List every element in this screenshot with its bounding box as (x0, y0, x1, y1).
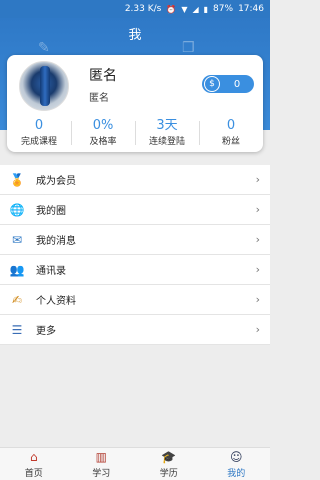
menu-item-messages[interactable]: ✉ 我的消息 › (0, 225, 270, 255)
profile-edit-icon: ✍ (11, 292, 23, 307)
stat-pass-rate[interactable]: 0% 及格率 (71, 118, 135, 148)
contacts-icon: 👥 (9, 262, 25, 277)
menu-item-membership[interactable]: 🏅 成为会员 › (0, 165, 270, 195)
menu-item-label: 成为会员 (36, 176, 76, 187)
tab-home[interactable]: ⌂ 首页 (0, 448, 68, 480)
menu-item-label: 更多 (36, 326, 56, 337)
battery-icon: ▮ (203, 4, 209, 14)
chevron-right-icon: › (255, 323, 260, 336)
status-bar: 2.33 K/s ⏰ ▼ ◢ ▮ 87% 17:46 (0, 0, 270, 18)
user-subtitle: 匿名 (89, 93, 109, 104)
tab-label: 首页 (24, 468, 43, 479)
menu-item-more[interactable]: ☰ 更多 › (0, 315, 270, 345)
coin-balance-button[interactable]: $ 0 (202, 75, 254, 93)
message-icon: ✉ (11, 232, 23, 247)
chevron-right-icon: › (255, 263, 260, 276)
book-icon: ▥ (95, 449, 107, 464)
tab-label: 学习 (92, 468, 111, 479)
tab-education[interactable]: 🎓 学历 (135, 448, 203, 480)
network-speed: 2.33 K/s (124, 4, 162, 14)
clock: 17:46 (238, 4, 264, 14)
stat-followers[interactable]: 0 粉丝 (199, 118, 263, 148)
stat-value: 0 (226, 118, 236, 133)
user-name: 匿名 (89, 68, 117, 84)
stat-value: 3天 (156, 118, 178, 133)
profile-card: 匿名 匿名 $ 0 0 完成课程 0% 及格率 3天 连续登陆 0 粉丝 (7, 55, 263, 152)
menu-item-label: 个人资料 (36, 296, 76, 307)
menu-item-my-circle[interactable]: 🌐 我的圈 › (0, 195, 270, 225)
chevron-right-icon: › (255, 203, 260, 216)
decorative-cube-icon: ❒ (182, 40, 195, 56)
stat-value: 0 (34, 118, 44, 133)
chevron-right-icon: › (255, 293, 260, 306)
wifi-icon: ▼ (181, 4, 188, 14)
stat-label: 完成课程 (20, 137, 57, 147)
more-icon: ☰ (11, 322, 23, 337)
home-icon: ⌂ (29, 449, 38, 464)
chevron-right-icon: › (255, 173, 260, 186)
tab-mine[interactable]: ☺ 我的 (203, 448, 271, 480)
stat-label: 连续登陆 (148, 137, 185, 147)
stat-label: 粉丝 (221, 137, 240, 147)
stat-login-streak[interactable]: 3天 连续登陆 (135, 118, 199, 148)
avatar[interactable] (19, 61, 69, 111)
settings-menu: 🏅 成为会员 › 🌐 我的圈 › ✉ 我的消息 › 👥 通讯录 › ✍ 个人资料… (0, 165, 270, 345)
tab-label: 学历 (159, 468, 178, 479)
coin-count: 0 (233, 78, 241, 90)
chevron-right-icon: › (255, 233, 260, 246)
battery-level: 87% (213, 4, 234, 14)
person-icon: ☺ (229, 449, 243, 464)
alarm-icon: ⏰ (166, 4, 177, 14)
graduation-icon: 🎓 (161, 449, 177, 464)
stat-label: 及格率 (89, 137, 117, 147)
tab-study[interactable]: ▥ 学习 (68, 448, 136, 480)
menu-item-contacts[interactable]: 👥 通讯录 › (0, 255, 270, 285)
bottom-tab-bar: ⌂ 首页 ▥ 学习 🎓 学历 ☺ 我的 (0, 447, 270, 480)
tab-label: 我的 (227, 468, 246, 479)
menu-item-profile[interactable]: ✍ 个人资料 › (0, 285, 270, 315)
signal-icon: ◢ (192, 4, 199, 14)
menu-item-label: 我的圈 (36, 206, 66, 217)
coin-icon: $ (204, 76, 220, 92)
stats-row: 0 完成课程 0% 及格率 3天 连续登陆 0 粉丝 (7, 118, 263, 148)
menu-item-label: 我的消息 (36, 236, 76, 247)
stat-value: 0% (92, 118, 114, 133)
medal-icon: 🏅 (9, 172, 25, 187)
decorative-pencil-icon: ✎ (38, 40, 50, 56)
stat-completed-courses[interactable]: 0 完成课程 (7, 118, 71, 148)
menu-item-label: 通讯录 (36, 266, 66, 277)
globe-icon: 🌐 (9, 202, 25, 217)
